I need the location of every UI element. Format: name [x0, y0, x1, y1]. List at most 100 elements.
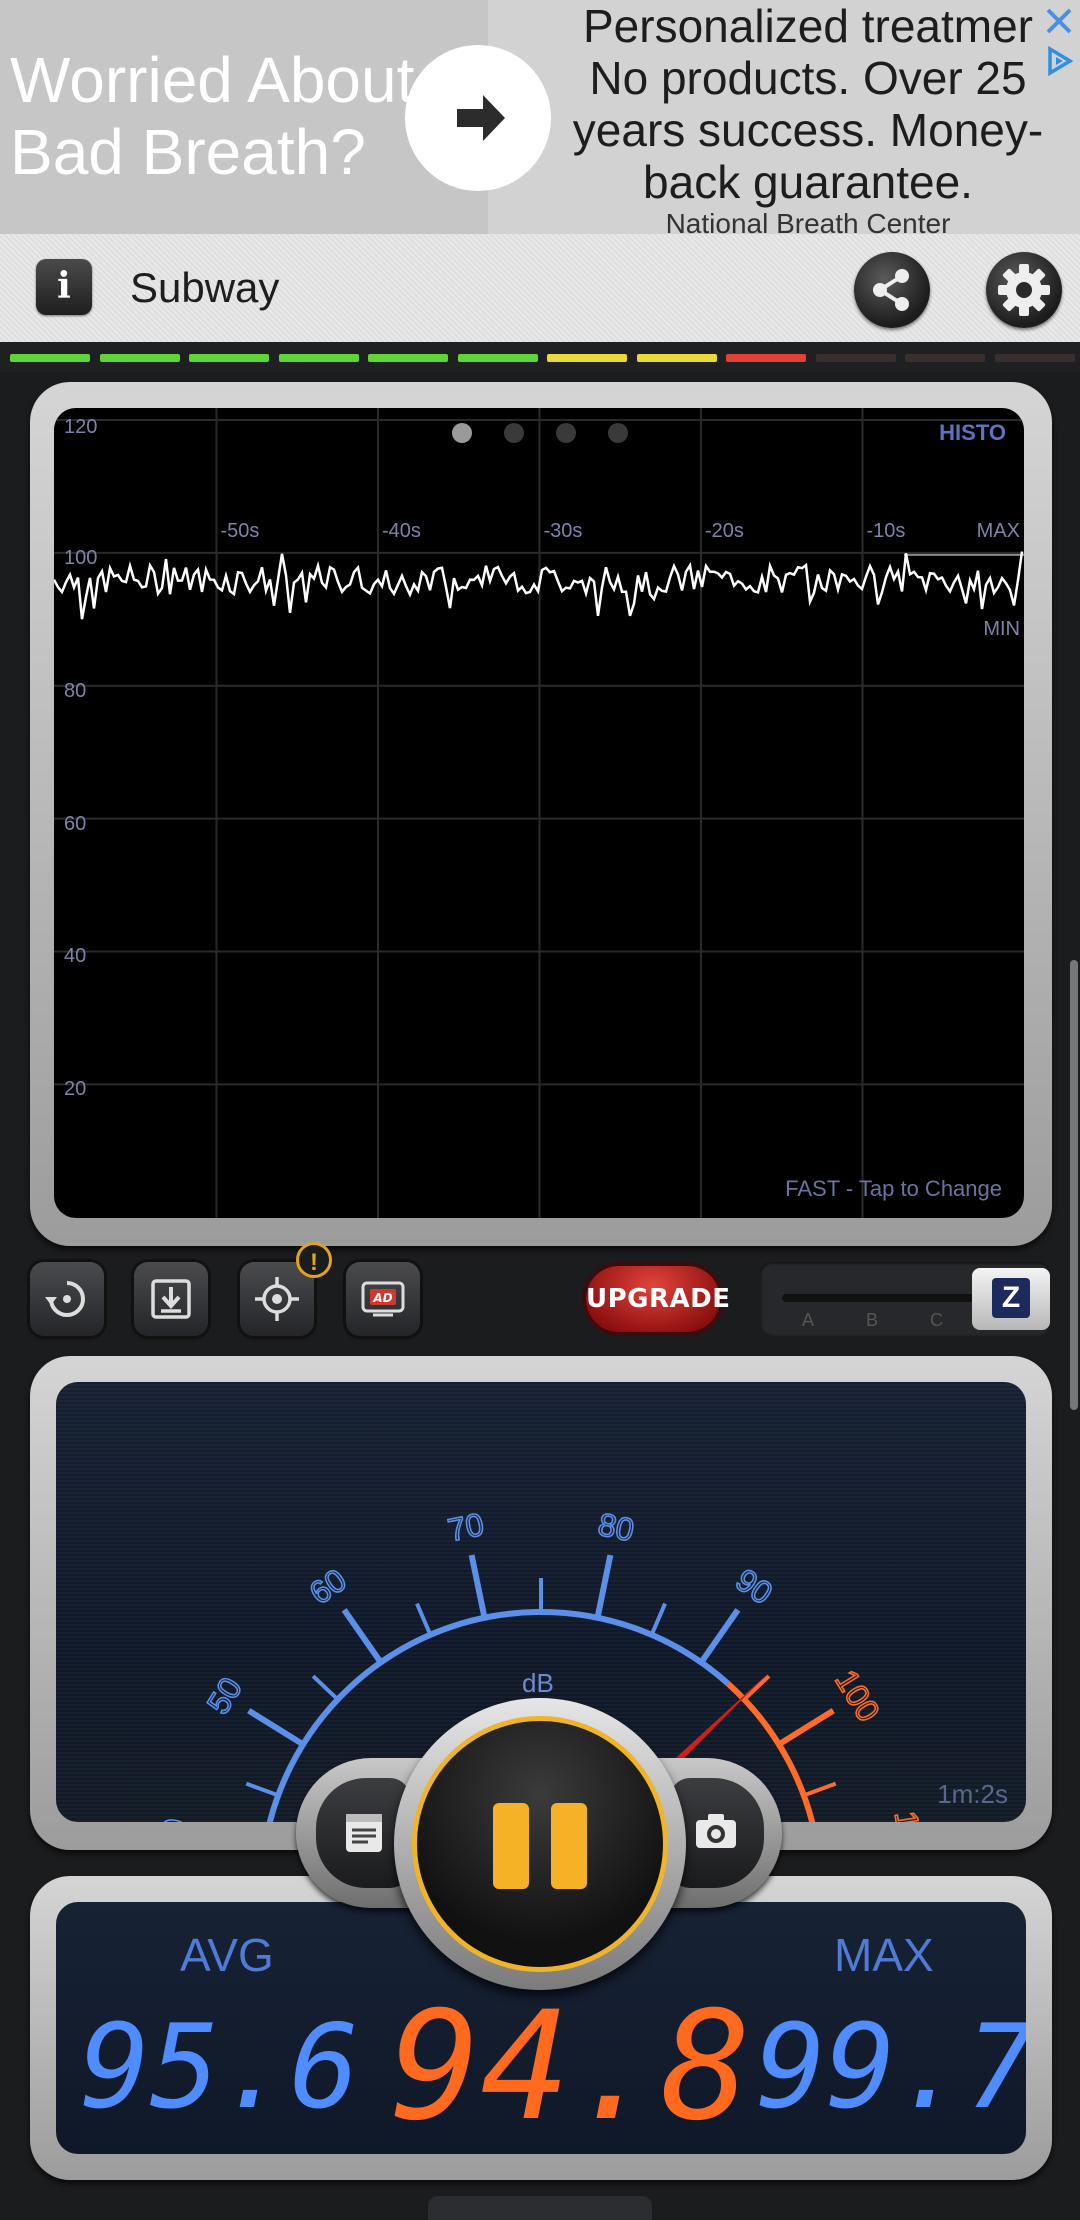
y-tick-label: 120	[64, 416, 98, 438]
elapsed-time: 1m:2s	[937, 1779, 1008, 1809]
meter-scale-label: 60	[303, 1562, 353, 1612]
meter-tick	[415, 1602, 433, 1636]
level-segment	[368, 354, 448, 362]
ad-body-line: Personalized treatmer	[583, 0, 1033, 52]
info-button[interactable]: i	[36, 259, 92, 315]
ad-icon: AD	[361, 1281, 405, 1317]
level-segment	[278, 354, 359, 362]
weighting-selected: Z	[992, 1278, 1030, 1318]
weighting-option-b[interactable]: B	[866, 1310, 878, 1331]
ad-sponsor[interactable]: National Breath Center	[548, 210, 1068, 234]
target-icon	[255, 1277, 299, 1321]
x-tick-label: -30s	[543, 520, 583, 542]
page-dot[interactable]	[452, 423, 472, 443]
meter-tick	[803, 1781, 837, 1798]
save-button[interactable]	[134, 1262, 208, 1336]
weighting-option-a[interactable]: A	[802, 1310, 814, 1331]
meter-unit: dB	[522, 1668, 554, 1698]
histogram-toggle[interactable]: HISTO	[939, 420, 1006, 446]
adchoices-button[interactable]	[1042, 44, 1076, 78]
sound-level-trace	[54, 551, 1024, 620]
page-dot[interactable]	[608, 423, 628, 443]
upgrade-label: UPGRADE	[586, 1284, 731, 1314]
level-segment	[457, 354, 538, 362]
reset-icon	[45, 1281, 85, 1317]
scrollbar[interactable]	[1070, 960, 1078, 1410]
y-tick-label: 80	[64, 679, 87, 702]
top-bar: i Subway	[0, 234, 1080, 342]
page-dot[interactable]	[556, 423, 576, 443]
level-segment	[99, 354, 180, 362]
frequency-weighting-slider[interactable]: A B C Z	[760, 1262, 1050, 1336]
ad-arrow-button[interactable]	[405, 45, 551, 191]
meter-tick	[594, 1554, 614, 1619]
y-tick-label: 20	[64, 1078, 87, 1101]
reset-button[interactable]	[30, 1262, 104, 1336]
arrow-right-icon	[457, 95, 505, 141]
download-icon	[151, 1279, 191, 1319]
slider-knob[interactable]: Z	[972, 1268, 1050, 1330]
history-graph[interactable]: HISTO FAST - Tap to Change MAX MIN 120 10…	[54, 408, 1024, 1218]
ad-close-button[interactable]	[1042, 4, 1076, 38]
x-tick-label: -40s	[382, 520, 421, 542]
share-button[interactable]	[854, 252, 930, 328]
max-label: MAX	[834, 1929, 934, 1981]
weighting-option-c[interactable]: C	[930, 1310, 943, 1331]
meter-tick	[742, 1674, 771, 1701]
pause-button[interactable]	[412, 1716, 668, 1972]
adchoices-icon	[1048, 45, 1074, 77]
upgrade-button[interactable]: UPGRADE	[586, 1266, 731, 1332]
level-segment	[10, 354, 90, 362]
avg-value: 95.6	[80, 2000, 360, 2135]
level-segment	[636, 354, 717, 362]
y-tick-label: 100	[64, 546, 98, 569]
warning-badge: !	[296, 1242, 332, 1278]
meter-tick	[777, 1708, 835, 1747]
meter-scale-label: 90	[729, 1562, 779, 1612]
current-value: 94.8	[390, 1980, 752, 2154]
min-line-label: MIN	[983, 618, 1020, 640]
meter-tick	[311, 1674, 340, 1701]
x-tick-label: -10s	[866, 520, 906, 542]
y-tick-label: 40	[64, 945, 87, 968]
meter-scale-label: 70	[445, 1506, 487, 1548]
ad-body-line: years success. Money-	[572, 104, 1044, 156]
level-segment	[726, 354, 806, 362]
settings-button[interactable]	[986, 252, 1062, 328]
location-label[interactable]: Subway	[130, 264, 279, 312]
svg-text:AD: AD	[372, 1291, 392, 1305]
meter-tick	[468, 1554, 488, 1619]
level-segment	[189, 354, 269, 362]
page-dot[interactable]	[504, 423, 524, 443]
ad-free-button[interactable]: AD	[346, 1262, 420, 1336]
max-line-label: MAX	[976, 520, 1020, 542]
meter-scale-label: 110	[888, 1809, 931, 1822]
response-speed-toggle[interactable]: FAST - Tap to Change	[785, 1176, 1002, 1202]
level-segment	[905, 354, 985, 362]
meter-scale-label: 50	[200, 1671, 249, 1720]
ad-banner[interactable]: Worried About Bad Breath? Personalized t…	[0, 0, 1080, 234]
level-segment	[547, 354, 627, 362]
share-icon	[873, 269, 909, 311]
level-segment	[815, 354, 896, 362]
level-indicator-strip	[0, 342, 1080, 372]
meter-scale-label: 80	[595, 1506, 637, 1548]
meter-tick	[649, 1602, 667, 1636]
ad-body-line: No products. Over 25	[589, 52, 1027, 104]
avg-label: AVG	[180, 1929, 274, 1981]
gear-icon	[998, 264, 1050, 316]
drawer-handle[interactable]	[428, 2196, 652, 2220]
x-tick-label: -20s	[705, 520, 744, 542]
meter-scale-label: 40	[152, 1816, 193, 1822]
ad-body-line: back guarantee.	[643, 156, 973, 208]
ad-body[interactable]: Personalized treatmer No products. Over …	[548, 0, 1068, 214]
close-icon	[1046, 8, 1072, 34]
meter-scale-label: 100	[828, 1663, 887, 1727]
x-tick-label: -50s	[220, 520, 260, 542]
meter-tick	[341, 1608, 384, 1665]
meter-tick	[698, 1608, 741, 1665]
info-icon: i	[57, 265, 71, 307]
slider-track	[782, 1294, 982, 1302]
meter-tick	[247, 1708, 305, 1747]
y-tick-label: 60	[64, 812, 87, 835]
